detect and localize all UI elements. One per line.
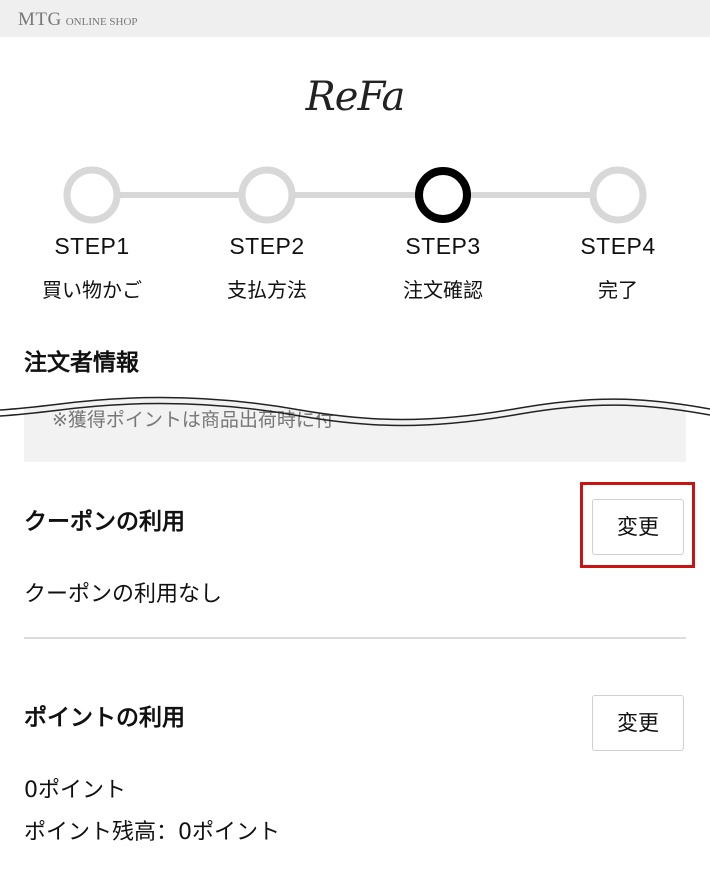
- step1-sub: 買い物かご: [42, 278, 142, 302]
- step1-circle: [63, 166, 121, 224]
- refa-brand-logo: ReFa: [305, 74, 406, 120]
- highlight-box: [580, 482, 695, 568]
- step1-label: STEP1: [54, 233, 130, 259]
- points-used-value: 0ポイント: [24, 778, 126, 803]
- section-divider: [24, 637, 686, 639]
- step-progress-track: [63, 166, 647, 224]
- step2-sub: 支払方法: [227, 278, 307, 302]
- points-change-button[interactable]: 変更: [592, 695, 684, 751]
- shop-logo-main: MTG: [18, 9, 62, 30]
- step3-label: STEP3: [405, 233, 481, 259]
- torn-edge-separator: [0, 378, 710, 427]
- orderer-info-title: 注文者情報: [24, 350, 139, 376]
- coupon-status-text: クーポンの利用なし: [24, 582, 223, 607]
- step3-circle-active: [415, 167, 471, 223]
- step4-sub: 完了: [598, 278, 638, 302]
- top-bar: MTG ONLINE SHOP: [0, 0, 710, 37]
- step3-sub: 注文確認: [403, 278, 483, 302]
- step4-label: STEP4: [580, 233, 656, 259]
- step2-circle: [238, 166, 296, 224]
- mtg-online-shop-logo[interactable]: MTG ONLINE SHOP: [18, 9, 138, 31]
- shop-logo-sub: ONLINE SHOP: [65, 16, 138, 28]
- points-balance-text: ポイント残高：0ポイント: [24, 820, 280, 845]
- points-section-title: ポイントの利用: [24, 705, 185, 731]
- step2-label: STEP2: [229, 233, 305, 259]
- step4-circle: [589, 166, 647, 224]
- coupon-section-title: クーポンの利用: [24, 509, 185, 535]
